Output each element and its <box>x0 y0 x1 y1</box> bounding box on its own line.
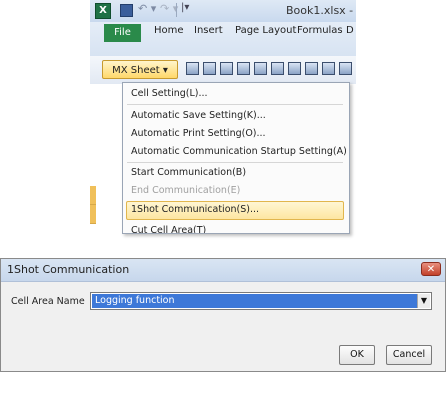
tab-data[interactable]: D <box>346 25 354 36</box>
cancel-button[interactable]: Cancel <box>386 345 432 365</box>
toolbar-icon-9[interactable] <box>322 62 335 75</box>
toolbar-icon-7[interactable] <box>288 62 301 75</box>
dialog-title-bar[interactable]: 1Shot Communication ✕ <box>1 259 445 282</box>
chevron-down-icon[interactable]: ▼ <box>417 294 430 308</box>
tab-formulas[interactable]: Formulas <box>297 25 343 36</box>
ok-button[interactable]: OK <box>339 345 375 365</box>
toolbar-icon-4[interactable] <box>237 62 250 75</box>
menu-separator <box>127 162 343 163</box>
menu-item-cell-setting[interactable]: Cell Setting(L)... <box>131 88 208 99</box>
row-header[interactable] <box>90 205 96 224</box>
1shot-communication-dialog: 1Shot Communication ✕ Cell Area Name Log… <box>0 258 446 372</box>
menu-item-1shot-communication[interactable]: 1Shot Communication(S)... <box>131 204 259 215</box>
toolbar-icon-8[interactable] <box>305 62 318 75</box>
toolbar-icon-10[interactable] <box>339 62 352 75</box>
menu-separator <box>127 104 343 105</box>
menu-item-automatic-communication-startup[interactable]: Automatic Communication Startup Setting(… <box>131 146 347 157</box>
tab-insert[interactable]: Insert <box>194 25 223 36</box>
toolbar-icon-1[interactable] <box>186 62 199 75</box>
toolbar-icon-3[interactable] <box>220 62 233 75</box>
mx-sheet-menu-button[interactable]: MX Sheet ▾ <box>102 60 178 79</box>
close-icon[interactable]: ✕ <box>421 262 441 276</box>
excel-app-icon[interactable]: X <box>95 3 111 19</box>
toolbar-icon-5[interactable] <box>254 62 267 75</box>
menu-item-automatic-save-setting[interactable]: Automatic Save Setting(K)... <box>131 110 266 121</box>
cell-area-name-dropdown[interactable]: Logging function ▼ <box>90 292 432 310</box>
tab-file[interactable]: File <box>104 24 141 42</box>
save-icon[interactable] <box>120 4 133 17</box>
customize-quick-access-icon[interactable]: |▾ <box>181 2 189 13</box>
toolbar-icon-2[interactable] <box>203 62 216 75</box>
title-bar: X ↶ ▾ ↷ ▾ |▾ Book1.xlsx - <box>90 0 356 22</box>
quick-access-separator <box>176 3 177 17</box>
cell-area-name-label: Cell Area Name <box>11 296 85 307</box>
tab-page-layout[interactable]: Page Layout <box>235 25 296 36</box>
tab-home[interactable]: Home <box>154 25 184 36</box>
mx-sheet-dropdown-menu: Cell Setting(L)... Automatic Save Settin… <box>122 82 350 234</box>
document-title: Book1.xlsx - <box>286 4 354 17</box>
menu-item-end-communication: End Communication(E) <box>131 185 241 196</box>
toolbar-icon-6[interactable] <box>271 62 284 75</box>
undo-icon[interactable]: ↶ ▾ <box>138 2 156 15</box>
row-header[interactable] <box>90 186 96 205</box>
cell-area-name-value[interactable]: Logging function <box>92 294 418 308</box>
dialog-title: 1Shot Communication <box>7 263 130 276</box>
menu-item-cut-cell-area[interactable]: Cut Cell Area(T) <box>131 225 206 233</box>
menu-item-automatic-print-setting[interactable]: Automatic Print Setting(O)... <box>131 128 266 139</box>
menu-item-start-communication[interactable]: Start Communication(B) <box>131 167 246 178</box>
